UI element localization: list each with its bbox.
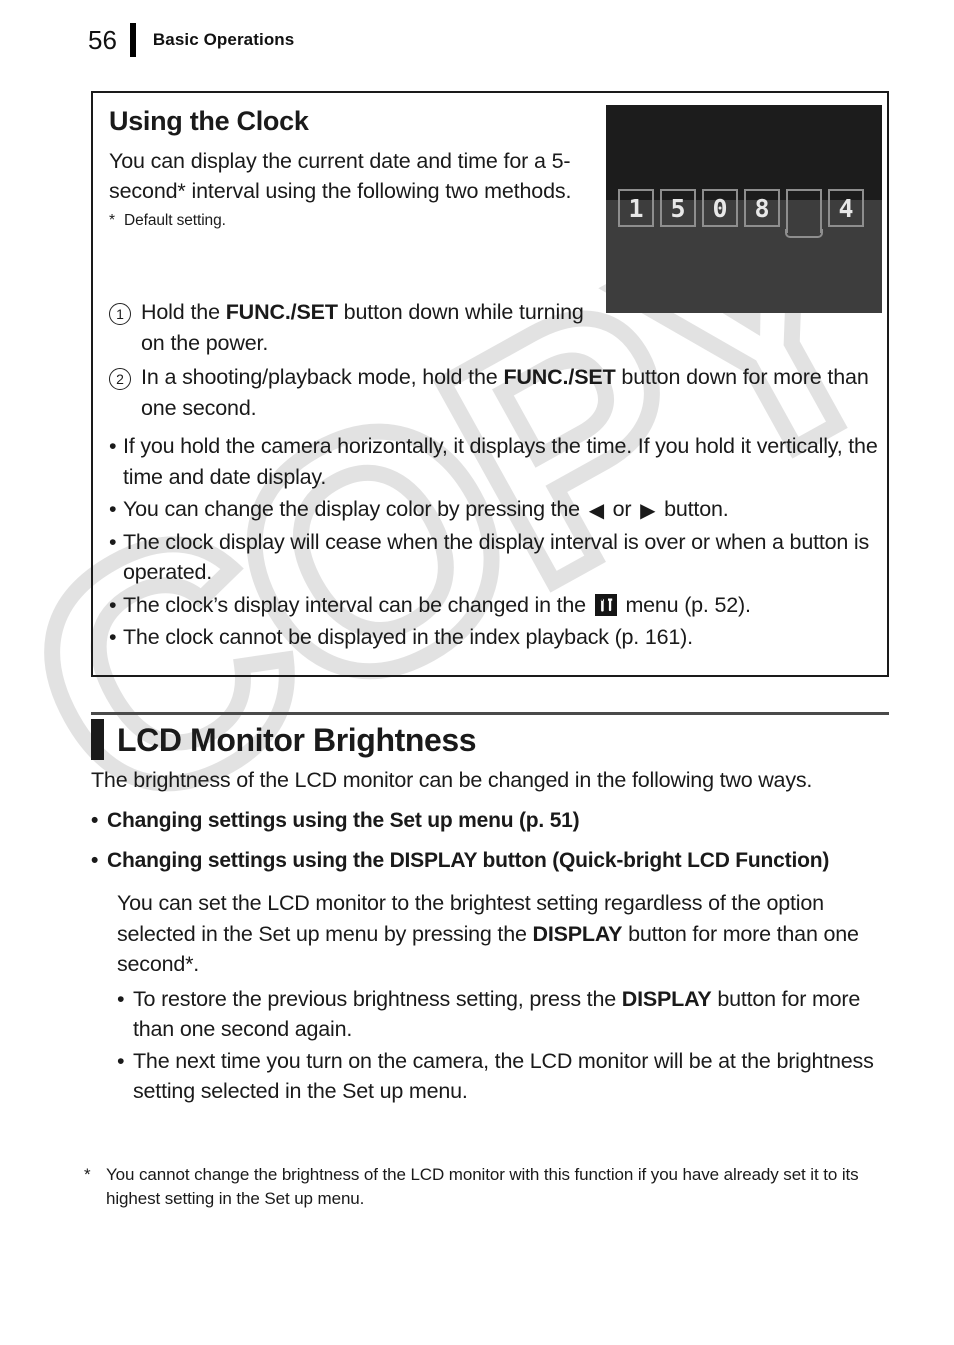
step-text-bold: FUNC./SET bbox=[225, 300, 338, 324]
bullet-dot: • bbox=[109, 497, 117, 522]
bullet-dot: • bbox=[109, 592, 117, 617]
arrow-right-icon: ▶ bbox=[640, 500, 656, 523]
lcd-digit-cell-blank bbox=[785, 189, 823, 238]
list-item: • You can change the display color by pr… bbox=[109, 494, 879, 525]
quick-bright-bold: DISPLAY bbox=[532, 921, 623, 946]
clock-notes-list: • If you hold the camera horizontally, i… bbox=[109, 431, 879, 655]
section-heading: LCD Monitor Brightness bbox=[91, 719, 477, 760]
lcd-digit-cell: 5 bbox=[660, 189, 696, 227]
list-item: • The next time you turn on the camera, … bbox=[117, 1046, 891, 1107]
quick-bright-description: You can set the LCD monitor to the brigh… bbox=[117, 888, 891, 980]
bullet-dot: • bbox=[91, 848, 99, 872]
list-item-text-pre: The clock’s display interval can be chan… bbox=[123, 592, 592, 617]
bullet-dot: • bbox=[109, 434, 117, 458]
quick-bright-notes-list: • To restore the previous brightness set… bbox=[117, 984, 891, 1107]
page-footnote: * You cannot change the brightness of th… bbox=[84, 1163, 904, 1211]
step-text: Hold the FUNC./SET button down while tur… bbox=[141, 297, 611, 358]
section-title: LCD Monitor Brightness bbox=[117, 721, 477, 758]
step-text: In a shooting/playback mode, hold the FU… bbox=[141, 362, 879, 423]
bullet-dot: • bbox=[91, 808, 99, 832]
tip-box-footnote: * Default setting. bbox=[109, 211, 589, 232]
list-item-text-bold: DISPLAY bbox=[621, 986, 712, 1011]
list-item-text: You can change the display color by pres… bbox=[123, 494, 879, 525]
section-intro-text: The brightness of the LCD monitor can be… bbox=[91, 768, 813, 792]
step-number: 2 bbox=[109, 368, 131, 391]
bullet-dot: • bbox=[109, 529, 117, 554]
camera-lcd-clock-screenshot: 1 5 0 8 4 bbox=[606, 105, 882, 313]
list-item-text: The clock display will cease when the di… bbox=[123, 529, 870, 585]
footnote-text: You cannot change the brightness of the … bbox=[106, 1165, 859, 1208]
header-chapter-title: Basic Operations bbox=[152, 30, 295, 49]
list-item: • The clock display will cease when the … bbox=[109, 527, 879, 588]
footnote-star: * bbox=[109, 211, 115, 229]
list-item-text-pre: To restore the previous brightness setti… bbox=[133, 986, 622, 1011]
tip-box-lead-text: You can display the current date and tim… bbox=[109, 148, 572, 204]
step-item: 2 In a shooting/playback mode, hold the … bbox=[109, 362, 879, 423]
bullet-dot: • bbox=[109, 625, 117, 650]
lcd-digit-cell: 4 bbox=[828, 189, 864, 227]
list-item-text-post: menu (p. 52). bbox=[619, 592, 751, 617]
page-number: 56 bbox=[88, 25, 117, 55]
list-item-text: The clock cannot be displayed in the ind… bbox=[123, 625, 693, 650]
list-item-text: The clock’s display interval can be chan… bbox=[123, 590, 879, 621]
section-body: The brightness of the LCD monitor can be… bbox=[91, 765, 891, 1108]
step-number: 1 bbox=[109, 303, 131, 325]
footnote-text: Default setting. bbox=[124, 211, 226, 229]
list-item-bold: • Changing settings using the Set up men… bbox=[91, 806, 891, 836]
arrow-left-icon: ◀ bbox=[588, 500, 604, 523]
list-item-text: To restore the previous brightness setti… bbox=[133, 984, 891, 1045]
section-accent-bar bbox=[91, 719, 104, 760]
list-item-text: If you hold the camera horizontally, it … bbox=[123, 434, 878, 489]
list-item: • If you hold the camera horizontally, i… bbox=[109, 431, 879, 492]
list-item: • The clock cannot be displayed in the i… bbox=[109, 622, 879, 653]
bullet-dot: • bbox=[117, 986, 125, 1011]
step-item: 1 Hold the FUNC./SET button down while t… bbox=[109, 297, 879, 358]
lcd-digit-row: 1 5 0 8 4 bbox=[618, 189, 864, 238]
header-divider-bar bbox=[129, 23, 136, 57]
page-header: 56 Basic Operations bbox=[88, 22, 294, 58]
document-page: 56 Basic Operations Using the Clock 1 5 … bbox=[0, 0, 954, 1345]
lcd-digit-cell: 1 bbox=[618, 189, 654, 227]
setup-tools-menu-icon bbox=[594, 593, 617, 616]
list-item-bold: • Changing settings using the DISPLAY bu… bbox=[91, 846, 891, 876]
list-item-text-mid: or bbox=[606, 497, 638, 522]
list-item-text: The next time you turn on the camera, th… bbox=[133, 1048, 874, 1104]
using-the-clock-box: Using the Clock 1 5 0 8 4 You can displa… bbox=[91, 91, 889, 677]
list-item-text-post: button. bbox=[658, 497, 729, 522]
bullet-dot: • bbox=[117, 1048, 125, 1073]
step-text-bold: FUNC./SET bbox=[503, 365, 616, 390]
lcd-digit-cell: 0 bbox=[702, 189, 738, 227]
footnote-star: * bbox=[84, 1165, 91, 1184]
section-divider-rule bbox=[91, 712, 889, 715]
step-text-pre: Hold the bbox=[141, 300, 226, 324]
lcd-digit-cell: 8 bbox=[744, 189, 780, 227]
clock-steps-list: 1 Hold the FUNC./SET button down while t… bbox=[109, 297, 879, 427]
list-item-bold-text: Changing settings using the Set up menu … bbox=[107, 808, 580, 832]
list-item-text-pre: You can change the display color by pres… bbox=[123, 497, 586, 522]
step-text-pre: In a shooting/playback mode, hold the bbox=[141, 365, 504, 390]
list-item-bold-text: Changing settings using the DISPLAY butt… bbox=[107, 848, 830, 872]
list-item: • To restore the previous brightness set… bbox=[117, 984, 891, 1045]
list-item: • The clock’s display interval can be ch… bbox=[109, 590, 879, 621]
